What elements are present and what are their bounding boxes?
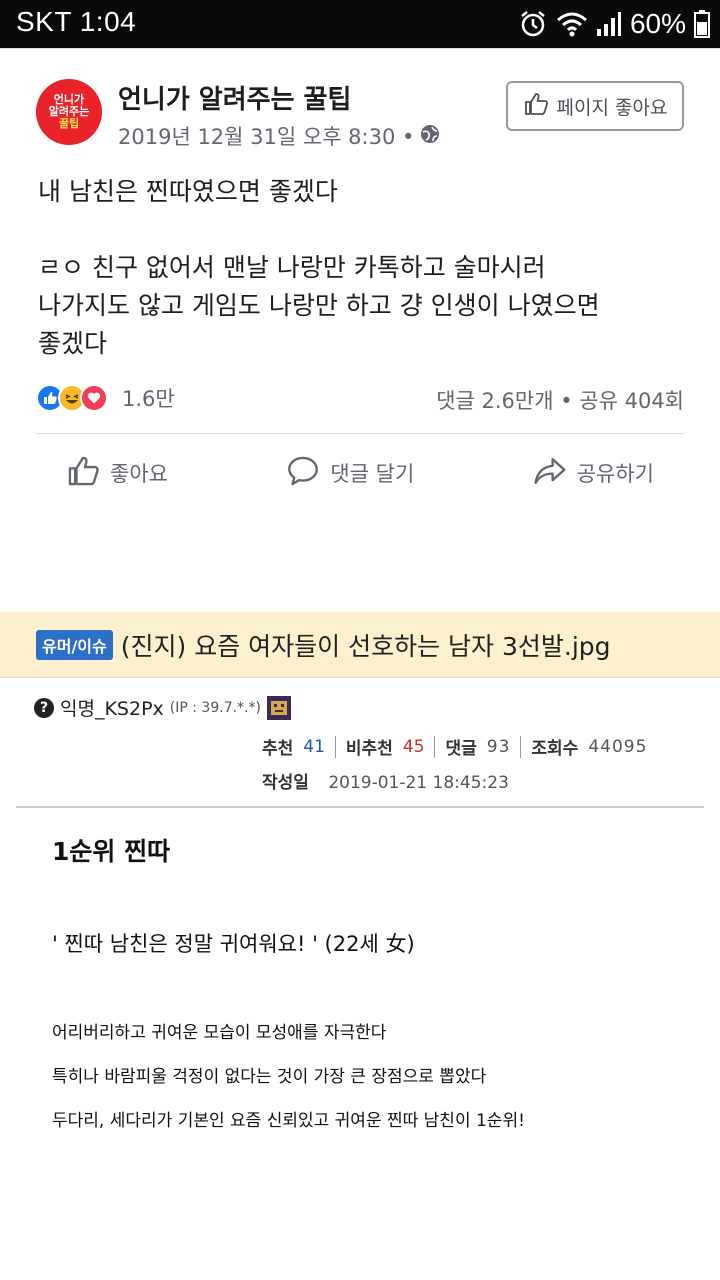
not-recommend-label: 비추천 xyxy=(345,739,393,759)
like-page-button[interactable]: 페이지 좋아요 xyxy=(506,81,684,131)
wifi-icon xyxy=(556,10,588,38)
post-title: (진지) 요즘 여자들이 선호하는 남자 3선발.jpg xyxy=(120,631,611,661)
carrier-time: SKT 1:04 xyxy=(16,6,137,37)
author-row: ? 익명_KS2Px (IP : 39.7.*.*) xyxy=(34,694,291,721)
page-avatar[interactable]: 언니가 알려주는 꿀팁 xyxy=(36,79,102,145)
quote-text: ' 찐따 남친은 정말 귀여워요! ' (22세 女) xyxy=(52,932,415,956)
comments-label: 댓글 xyxy=(445,739,477,759)
views-label: 조회수 xyxy=(531,739,579,759)
author-ip: (IP : 39.7.*.*) xyxy=(169,699,261,716)
post-date-row: 작성일 2019-01-21 18:45:23 xyxy=(262,768,509,793)
post-timestamp[interactable]: 2019년 12월 31일 오후 8:30 • xyxy=(118,121,414,151)
thumbs-up-icon xyxy=(66,454,100,493)
reaction-count: 1.6만 xyxy=(122,387,175,411)
comment-label: 댓글 달기 xyxy=(330,462,415,486)
body-line: 두다리, 세다리가 기본인 요즘 신뢰있고 귀여운 찐따 남친이 1순위! xyxy=(52,1111,525,1131)
category-badge[interactable]: 유머/이슈 xyxy=(36,629,113,660)
action-bar: 좋아요 댓글 달기 공유하기 xyxy=(36,449,684,497)
avatar-text-line: 꿀팁 xyxy=(58,117,80,130)
share-arrow-icon xyxy=(533,454,567,493)
like-button[interactable]: 좋아요 xyxy=(36,454,198,493)
love-reaction-icon xyxy=(80,384,108,412)
like-page-label: 페이지 좋아요 xyxy=(556,96,668,119)
post-date: 2019-01-21 18:45:23 xyxy=(328,773,509,793)
status-icons: 60% xyxy=(518,6,710,42)
not-recommend-count: 45 xyxy=(402,736,425,757)
facebook-post-card: 언니가 알려주는 꿀팁 언니가 알려주는 꿀팁 2019년 12월 31일 오후… xyxy=(0,48,720,610)
post-meta: 2019년 12월 31일 오후 8:30 • xyxy=(118,121,440,151)
share-label: 공유하기 xyxy=(576,462,654,486)
body-line: 어리버리하고 귀여운 모습이 모성애를 자극한다 xyxy=(52,1023,387,1043)
views-count: 44095 xyxy=(588,736,648,757)
divider xyxy=(16,806,704,808)
comments-shares-count[interactable]: 댓글 2.6만개 • 공유 404회 xyxy=(436,385,684,415)
battery-icon xyxy=(694,10,710,38)
page-name[interactable]: 언니가 알려주는 꿀팁 xyxy=(118,79,351,116)
like-label: 좋아요 xyxy=(110,462,168,486)
author-name[interactable]: 익명_KS2Px xyxy=(60,694,164,721)
question-icon: ? xyxy=(34,697,54,718)
post-title-banner: 유머/이슈 (진지) 요즘 여자들이 선호하는 남자 3선발.jpg xyxy=(0,612,720,678)
alarm-icon xyxy=(518,9,548,39)
recommend-label: 추천 xyxy=(262,739,294,759)
share-button[interactable]: 공유하기 xyxy=(503,454,684,493)
post-text: 내 남친은 찐따였으면 좋겠다 ㄹㅇ 친구 없어서 맨날 나랑만 카톡하고 술마… xyxy=(38,177,600,358)
status-bar: SKT 1:04 60% xyxy=(0,0,720,48)
speech-bubble-icon xyxy=(286,454,320,493)
battery-text: 60% xyxy=(629,8,686,39)
post-stats: 추천 41 비추천 45 댓글 93 조회수 44095 xyxy=(262,734,647,759)
comment-button[interactable]: 댓글 달기 xyxy=(256,454,444,493)
globe-icon xyxy=(420,124,440,149)
divider xyxy=(36,433,684,434)
thumbs-up-icon xyxy=(523,91,549,122)
recommend-count: 41 xyxy=(303,736,325,757)
comments-count: 93 xyxy=(486,736,511,757)
signal-icon xyxy=(596,11,622,37)
level-icon xyxy=(266,695,291,720)
reactions-summary[interactable]: 1.6만 xyxy=(36,383,175,413)
body-line: 특히나 바람피울 걱정이 없다는 것이 가장 큰 장점으로 뽑았다 xyxy=(52,1067,487,1087)
rank-title: 1순위 찐따 xyxy=(52,837,171,866)
date-label: 작성일 xyxy=(262,773,309,793)
